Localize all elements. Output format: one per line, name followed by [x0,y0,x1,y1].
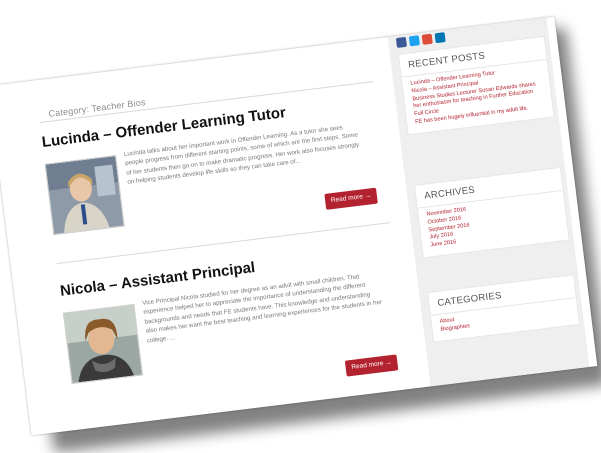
categories-widget: CATEGORIES About Biographies [427,274,581,343]
google-plus-icon[interactable] [421,33,433,45]
main-content: Category: Teacher Bios Lucinda – Offende… [24,39,416,431]
archives-widget: ARCHIVES November 2016 October 2016 Sept… [413,166,570,259]
recent-posts-widget: RECENT POSTS Lucinda – Offender Learning… [397,35,555,136]
portrait-photo-icon [45,156,124,235]
twitter-icon[interactable] [408,35,420,47]
sidebar: RECENT POSTS Lucinda – Offender Learning… [387,17,590,387]
web-page: Category: Teacher Bios Lucinda – Offende… [0,16,598,436]
social-icons [395,32,446,48]
facebook-icon[interactable] [395,36,408,48]
post-thumbnail-lucinda[interactable] [44,155,125,236]
post-thumbnail-nicola[interactable] [62,303,144,385]
portrait-photo-icon [63,305,142,384]
linkedin-icon[interactable] [434,32,446,44]
read-more-button-lucinda[interactable]: Read more → [324,187,378,210]
read-more-button-nicola[interactable]: Read more → [344,354,399,377]
